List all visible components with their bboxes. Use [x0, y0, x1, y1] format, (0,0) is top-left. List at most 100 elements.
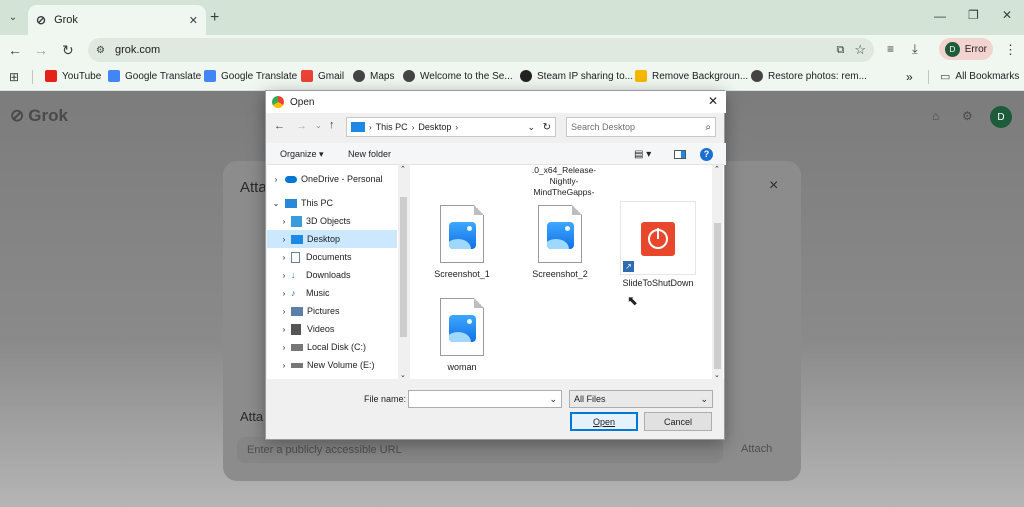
mouse-cursor-icon: ⬉ [627, 293, 638, 308]
bookmark-google-translate-1[interactable]: Google Translate [108, 70, 201, 82]
nav-scrollbar[interactable]: ⌃ ⌄ [398, 165, 409, 379]
private-chat-icon[interactable]: ⌂ [932, 109, 939, 123]
breadcrumb-desktop[interactable]: Desktop [418, 122, 451, 132]
expand-chevron-icon[interactable]: › [267, 175, 285, 184]
bookmark-gmail[interactable]: Gmail [301, 70, 344, 82]
open-button[interactable]: Open [570, 412, 638, 431]
expand-chevron-icon[interactable]: › [277, 235, 291, 244]
bookmark-maps[interactable]: Maps [353, 70, 394, 82]
new-tab-button[interactable]: + [210, 9, 219, 27]
address-dropdown-icon[interactable]: ⌄ [527, 122, 535, 133]
bookmarks-overflow-button[interactable]: » [906, 70, 913, 84]
file-item[interactable]: Screenshot_1 [424, 205, 500, 280]
bookmark-restore-photos[interactable]: Restore photos: rem... [751, 70, 867, 82]
up-arrow-icon[interactable]: ↑ [329, 119, 335, 131]
file-item[interactable]: ↗ SlideToShutDown [612, 201, 704, 289]
scroll-up-icon[interactable]: ⌃ [714, 165, 720, 173]
settings-icon[interactable]: ⚙ [962, 109, 973, 123]
file-item[interactable]: woman [424, 298, 500, 373]
breadcrumb-this-pc[interactable]: This PC [376, 122, 408, 132]
bookmark-welcome[interactable]: Welcome to the Se... [403, 70, 513, 82]
bookmark-youtube[interactable]: YouTube [45, 70, 101, 82]
download-tray-icon[interactable]: ⤓ [912, 41, 918, 57]
nav-item-local-disk-c[interactable]: › Local Disk (C:) [267, 338, 397, 356]
scroll-down-icon[interactable]: ⌄ [400, 371, 406, 379]
expand-chevron-icon[interactable]: › [277, 289, 291, 298]
breadcrumb-sep-icon: › [411, 122, 415, 132]
bookmark-star-icon[interactable]: ☆ [854, 42, 866, 58]
organize-button[interactable]: Organize ▾ [280, 149, 324, 160]
files-scrollbar[interactable]: ⌃ ⌄ [712, 165, 723, 379]
minimize-icon[interactable]: — [934, 9, 946, 23]
view-options-icon[interactable]: ▤ ▾ [634, 149, 651, 160]
dropdown-chevron-icon[interactable]: ⌄ [549, 394, 557, 405]
expand-chevron-icon[interactable]: › [277, 361, 291, 370]
address-bar[interactable]: ⚙ grok.com ⧉ ☆ [88, 38, 874, 62]
forward-icon[interactable]: → [34, 42, 48, 58]
back-arrow-icon[interactable]: ← [274, 120, 285, 132]
collapse-chevron-icon[interactable]: ⌄ [267, 199, 285, 208]
files-scrollbar-thumb[interactable] [714, 223, 721, 369]
reload-icon[interactable]: ↻ [62, 42, 74, 59]
forward-arrow-icon[interactable]: → [296, 120, 307, 132]
tab-search-chevron-icon[interactable]: ⌄ [6, 10, 20, 24]
recent-chevron-icon[interactable]: ⌄ [315, 121, 322, 130]
site-info-icon[interactable]: ⚙ [96, 45, 105, 56]
tab-close-icon[interactable]: ✕ [189, 14, 198, 27]
nav-item-pictures[interactable]: › Pictures [267, 302, 397, 320]
user-avatar[interactable]: D [990, 106, 1012, 128]
nav-item-documents[interactable]: › Documents [267, 248, 397, 266]
modal-close-icon[interactable]: × [769, 177, 778, 195]
media-control-icon[interactable]: ≡ [887, 42, 894, 56]
dropdown-chevron-icon[interactable]: ⌄ [700, 394, 708, 405]
expand-chevron-icon[interactable]: › [277, 307, 291, 316]
file-item[interactable]: Screenshot_2 [522, 205, 598, 280]
profile-error-button[interactable]: D Error [939, 38, 993, 60]
nav-item-videos[interactable]: › Videos [267, 320, 397, 338]
restore-icon[interactable]: ❐ [968, 8, 979, 22]
bookmark-remove-bg[interactable]: Remove Backgroun... [635, 70, 748, 82]
expand-chevron-icon[interactable]: › [277, 271, 291, 280]
cancel-button[interactable]: Cancel [644, 412, 712, 431]
url-input-placeholder: Enter a publicly accessible URL [247, 444, 402, 456]
file-name-input[interactable]: ⌄ [408, 390, 562, 408]
expand-chevron-icon[interactable]: › [277, 217, 291, 226]
search-box[interactable]: Search Desktop ⌕ [566, 117, 716, 137]
all-bookmarks-button[interactable]: ▭ All Bookmarks [940, 70, 1019, 83]
nav-scrollbar-thumb[interactable] [400, 197, 407, 337]
file-type-select[interactable]: All Files ⌄ [569, 390, 713, 408]
bookmark-steam[interactable]: Steam IP sharing to... [520, 70, 633, 82]
expand-chevron-icon[interactable]: › [277, 325, 291, 334]
address-breadcrumb[interactable]: › This PC › Desktop › ⌄ ↻ [346, 117, 556, 137]
url-input[interactable]: Enter a publicly accessible URL [237, 437, 723, 463]
tab-grok[interactable]: ⊘ Grok ✕ [28, 5, 206, 35]
new-folder-button[interactable]: New folder [348, 149, 391, 159]
file-name-partial[interactable]: .0_x64_Release-Nightly-MindTheGapps-13.0… [524, 165, 604, 198]
nav-item-onedrive[interactable]: › OneDrive - Personal [267, 170, 397, 188]
expand-chevron-icon[interactable]: › [277, 343, 291, 352]
attach-button[interactable]: Attach [741, 443, 772, 455]
help-icon[interactable]: ? [700, 147, 713, 161]
scroll-up-icon[interactable]: ⌃ [400, 165, 406, 173]
nav-item-desktop[interactable]: › Desktop [267, 230, 397, 248]
dialog-close-icon[interactable]: ✕ [708, 94, 718, 108]
nav-item-downloads[interactable]: › ↓ Downloads [267, 266, 397, 284]
nav-item-this-pc[interactable]: ⌄ This PC [267, 194, 397, 212]
nav-item-new-volume-e[interactable]: › New Volume (E:) [267, 356, 397, 374]
expand-chevron-icon[interactable]: › [277, 253, 291, 262]
back-icon[interactable]: ← [8, 42, 22, 58]
menu-kebab-icon[interactable]: ⋮ [1004, 42, 1017, 58]
grok-logo[interactable]: ⊘ Grok [10, 106, 68, 126]
install-app-icon[interactable]: ⧉ [836, 44, 844, 57]
window-close-icon[interactable]: ✕ [1002, 8, 1012, 22]
apps-grid-icon[interactable]: ⊞ [9, 70, 19, 84]
nav-item-3d-objects[interactable]: › 3D Objects [267, 212, 397, 230]
scroll-down-icon[interactable]: ⌄ [714, 371, 720, 379]
preview-pane-icon[interactable] [674, 149, 686, 159]
bookmark-google-translate-2[interactable]: Google Translate [204, 70, 297, 82]
image-file-icon [538, 205, 582, 263]
tab-strip: ⌄ ⊘ Grok ✕ + — ❐ ✕ [0, 0, 1024, 35]
nav-item-music[interactable]: › ♪ Music [267, 284, 397, 302]
refresh-icon[interactable]: ↻ [543, 122, 551, 133]
globe-icon [751, 70, 763, 82]
